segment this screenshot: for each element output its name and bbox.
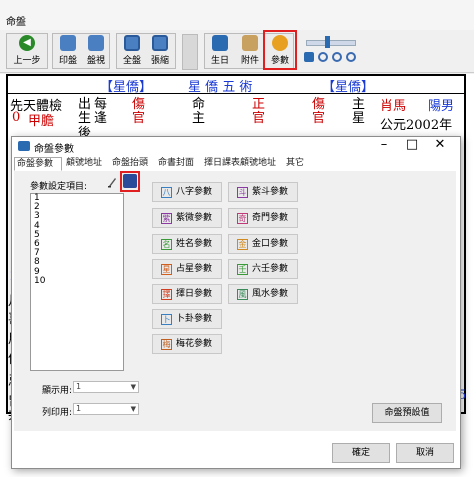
minimize-button[interactable]: – [370, 137, 398, 155]
astrology-icon: 星 [161, 264, 172, 275]
print-select[interactable]: 1 ▼ [73, 403, 139, 415]
back-arrow-icon: ◀ [19, 35, 35, 51]
divination-params-button[interactable]: 卜 卜卦參數 [152, 309, 222, 329]
tab-address[interactable]: 顧號地址 [64, 157, 108, 171]
tab-bar: 命盤參數 顧號地址 命盤抬頭 命書封面 擇日課表顧號地址 其它 [14, 156, 456, 172]
highlight-settings-button [263, 30, 297, 70]
attachment-icon [242, 35, 258, 51]
chart-cell: 逢 [94, 111, 108, 126]
full-chart-icon [124, 35, 140, 51]
plum-blossom-params-button[interactable]: 梅 梅花參數 [152, 334, 222, 354]
zidou-icon: 斗 [237, 187, 248, 198]
edit-icon[interactable] [107, 176, 117, 188]
zoom-in-icon[interactable] [318, 52, 328, 62]
date-selection-icon: 擇 [161, 289, 172, 300]
chart-cell: 星 [352, 111, 366, 126]
chart-cell: 官 [312, 111, 326, 126]
name-icon: 名 [161, 239, 172, 250]
chart-cell: 主 [192, 111, 206, 126]
list-item[interactable]: 10 [31, 276, 123, 286]
back-button[interactable]: ◀ 上一步 [8, 32, 46, 68]
dialog-title: 命盤參數 [34, 144, 74, 155]
chart-cell: 0 [12, 110, 21, 125]
full-chart-button[interactable]: 全盤 [118, 32, 146, 68]
ok-button[interactable]: 確定 [332, 443, 390, 463]
chevron-down-icon: ▼ [130, 405, 136, 413]
chart-cell: 官 [252, 111, 266, 126]
fengshui-params-button[interactable]: 風 風水參數 [228, 284, 298, 304]
attachment-button[interactable]: 附件 [236, 32, 264, 68]
birthday-icon [212, 35, 228, 51]
zoom-slider-thumb[interactable] [325, 36, 330, 48]
name-params-button[interactable]: 名 姓名參數 [152, 234, 222, 254]
qimen-params-button[interactable]: 奇 奇門參數 [228, 208, 298, 228]
maximize-button[interactable]: □ [398, 137, 426, 155]
bazi-params-button[interactable]: 八 八字參數 [152, 182, 222, 202]
cancel-button[interactable]: 取消 [396, 443, 454, 463]
bazi-icon: 八 [161, 187, 172, 198]
dialog-titlebar: 命盤參數 – □ ✕ [12, 137, 458, 155]
birthday-button[interactable]: 生日 [206, 32, 234, 68]
display-label: 顯示用: [42, 386, 73, 396]
tab-schedule-address[interactable]: 擇日課表顧號地址 [202, 157, 282, 171]
display-select[interactable]: 1 ▼ [73, 381, 139, 393]
date-selection-params-button[interactable]: 擇 擇日參數 [152, 284, 222, 304]
qimen-icon: 奇 [237, 213, 248, 224]
jinkou-params-button[interactable]: 金 金口參數 [228, 234, 298, 254]
toolbar: ◀ 上一步 印盤 盤視 全盤 張縮 生日 附件 參數 [0, 30, 474, 73]
ziwei-params-button[interactable]: 紫 紫微參數 [152, 208, 222, 228]
tab-chart-params[interactable]: 命盤參數 [14, 157, 62, 171]
view-icon [88, 35, 104, 51]
items-list[interactable]: 1 2 3 4 5 6 7 8 9 10 [30, 193, 124, 371]
zidou-params-button[interactable]: 斗 紫斗參數 [228, 182, 298, 202]
tab-other[interactable]: 其它 [284, 157, 308, 171]
items-label: 參數設定項目: [30, 182, 88, 192]
chart-default-button[interactable]: 命盤預設值 [372, 403, 442, 423]
chart-divider [8, 93, 464, 94]
jinkou-icon: 金 [237, 239, 248, 250]
zoom-slider[interactable] [306, 36, 356, 48]
params-dialog: 命盤參數 – □ ✕ 命盤參數 顧號地址 命盤抬頭 命書封面 擇日課表顧號地址 … [11, 136, 461, 469]
chart-cell: 肖馬 [380, 99, 407, 114]
list-item[interactable]: 1 [31, 193, 123, 203]
chart-cell: 甲膽 [28, 114, 55, 129]
close-button[interactable]: ✕ [426, 137, 454, 155]
plum-blossom-icon: 梅 [161, 339, 172, 350]
window-title: 命盤 [6, 17, 26, 28]
chevron-down-icon: ▼ [130, 383, 136, 391]
chart-cell: 陽男 [428, 99, 455, 114]
list-item[interactable]: 4 [31, 221, 123, 231]
app-icon [18, 141, 30, 151]
divination-icon: 卜 [161, 314, 172, 325]
chart-view-button[interactable]: 盤視 [82, 32, 110, 68]
tab-panel: 參數設定項目: 1 2 3 4 5 6 7 8 9 10 八 八字參數 紫 紫微… [14, 171, 456, 431]
tab-book-cover[interactable]: 命書封面 [156, 157, 200, 171]
astrology-params-button[interactable]: 星 占星參數 [152, 259, 222, 279]
print-label: 列印用: [42, 408, 73, 418]
liuren-icon: 壬 [237, 264, 248, 275]
ziwei-icon: 紫 [161, 213, 172, 224]
toolbar-separator [182, 34, 198, 70]
tab-chart-header[interactable]: 命盤抬頭 [110, 157, 154, 171]
zoom-out-icon[interactable] [332, 52, 342, 62]
print-chart-button[interactable]: 印盤 [54, 32, 82, 68]
chart-cell: 官 [132, 111, 146, 126]
zoom-icon [152, 35, 168, 51]
list-item[interactable]: 7 [31, 249, 123, 258]
list-item[interactable]: 6 [31, 239, 123, 249]
liuren-params-button[interactable]: 壬 六壬參數 [228, 259, 298, 279]
print-icon [60, 35, 76, 51]
list-item[interactable]: 3 [31, 212, 123, 221]
highlight-param-tool [120, 171, 140, 192]
zoom-reset-icon[interactable] [346, 52, 356, 62]
list-item[interactable]: 2 [31, 202, 123, 212]
fengshui-icon: 風 [237, 289, 248, 300]
list-item[interactable]: 5 [31, 230, 123, 240]
fit-icon[interactable] [304, 52, 314, 62]
zoom-button[interactable]: 張縮 [146, 32, 174, 68]
chart-cell: 公元2002年 [380, 118, 453, 133]
window-titlebar: 命盤 [0, 0, 474, 31]
list-item[interactable]: 8 [31, 258, 123, 267]
